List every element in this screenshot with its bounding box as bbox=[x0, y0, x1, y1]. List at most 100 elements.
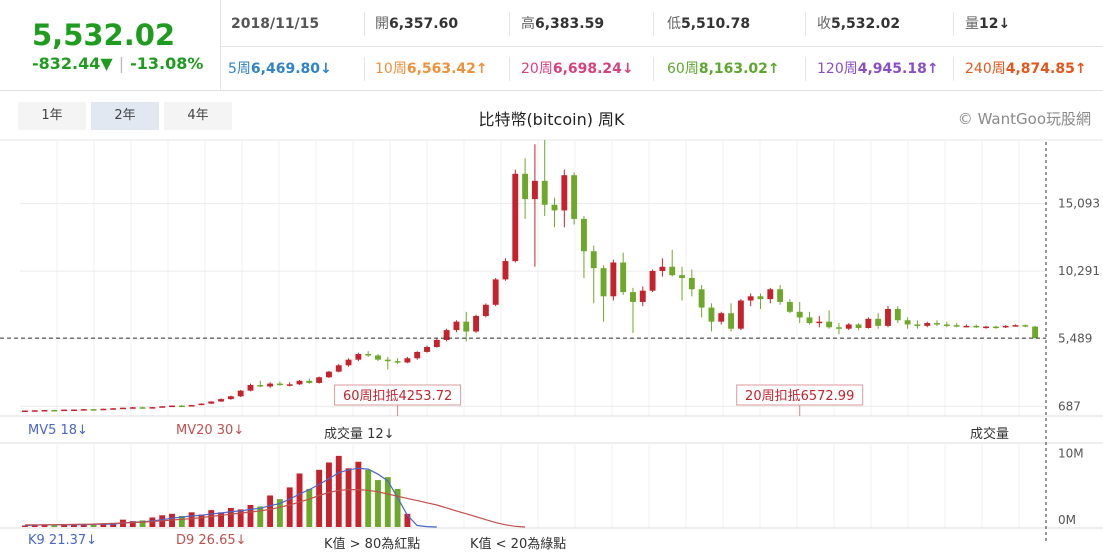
volume-bar bbox=[286, 487, 293, 527]
candle-body bbox=[463, 321, 470, 332]
candle-body bbox=[620, 262, 627, 293]
volume-bar bbox=[188, 512, 195, 527]
legend-volume: 成交量 12↓ bbox=[324, 427, 395, 442]
candle-body bbox=[894, 308, 901, 321]
candle-body bbox=[100, 408, 107, 411]
candle-body bbox=[188, 405, 195, 407]
candle-body bbox=[41, 410, 48, 412]
volume-bar bbox=[306, 488, 313, 527]
candle-body bbox=[610, 262, 617, 297]
candle-body bbox=[953, 325, 960, 327]
candle-body bbox=[865, 318, 872, 328]
candle-body bbox=[326, 371, 332, 378]
candle-body bbox=[335, 365, 342, 372]
candle-body bbox=[934, 323, 940, 325]
candle-body bbox=[855, 324, 862, 328]
legend-volume-right: 成交量 bbox=[970, 427, 1010, 442]
candle-body bbox=[1032, 326, 1039, 339]
candle-body bbox=[590, 251, 597, 269]
candle-body bbox=[237, 390, 244, 397]
candle-body bbox=[767, 289, 774, 300]
candle-body bbox=[826, 321, 833, 328]
candle-body bbox=[120, 407, 126, 410]
candle-body bbox=[414, 351, 421, 359]
candle-body bbox=[786, 301, 793, 312]
candle-body bbox=[198, 403, 205, 406]
candle-body bbox=[61, 409, 68, 412]
candle-body bbox=[227, 396, 234, 400]
candle-body bbox=[424, 347, 430, 352]
candle-body bbox=[914, 324, 921, 326]
y-tick-label: 687 bbox=[1058, 399, 1081, 413]
candle-body bbox=[796, 311, 803, 318]
candle-body bbox=[992, 326, 999, 329]
candle-body bbox=[218, 399, 224, 402]
candle-body bbox=[1022, 325, 1029, 327]
volume-bar bbox=[365, 469, 372, 527]
candle-body bbox=[355, 354, 362, 360]
legend-d9: D9 26.65↓ bbox=[176, 533, 247, 548]
candle-body bbox=[1012, 325, 1019, 327]
candle-body bbox=[21, 410, 28, 413]
volume-bar bbox=[257, 506, 264, 527]
annotation-label: 20周扣抵6572.99 bbox=[745, 389, 854, 404]
candle-body bbox=[178, 405, 185, 408]
volume-bar bbox=[355, 461, 362, 527]
candle-body bbox=[688, 278, 695, 290]
candle-body bbox=[110, 408, 117, 410]
candle-body bbox=[492, 279, 499, 305]
candle-body bbox=[257, 385, 264, 387]
volume-bar bbox=[296, 473, 303, 527]
candle-body bbox=[404, 358, 411, 363]
volume-bar bbox=[198, 514, 205, 527]
y-tick-label: 5,489 bbox=[1058, 332, 1092, 346]
candle-body bbox=[90, 409, 97, 411]
candle-body bbox=[433, 339, 440, 347]
candle-body bbox=[904, 320, 911, 325]
volume-bar bbox=[227, 507, 234, 527]
candle-body bbox=[757, 296, 764, 300]
volume-tick-label: 10M bbox=[1058, 447, 1084, 461]
y-tick-label: 10,291 bbox=[1058, 264, 1100, 278]
volume-bar bbox=[316, 469, 323, 527]
candle-body bbox=[659, 266, 666, 271]
candle-body bbox=[973, 325, 980, 328]
legend-mv20: MV20 30↓ bbox=[176, 423, 245, 438]
candle-body bbox=[649, 270, 656, 291]
candle-body bbox=[816, 321, 823, 324]
candle-body bbox=[639, 290, 646, 302]
candle-body bbox=[316, 377, 323, 383]
candle-body bbox=[630, 292, 636, 302]
candle-body bbox=[885, 308, 891, 326]
legend-k9: K9 21.37↓ bbox=[28, 533, 98, 548]
mv20-line bbox=[24, 489, 526, 528]
candle-body bbox=[384, 359, 391, 362]
candle-body bbox=[267, 383, 274, 387]
volume-bar bbox=[267, 495, 274, 527]
candle-body bbox=[276, 383, 283, 386]
candle-body bbox=[473, 316, 479, 332]
candle-body bbox=[708, 307, 715, 322]
volume-bar bbox=[345, 468, 352, 527]
candle-body bbox=[541, 180, 548, 205]
candle-body bbox=[247, 385, 254, 391]
candle-body bbox=[600, 268, 607, 297]
candle-body bbox=[875, 318, 882, 326]
candle-body bbox=[845, 324, 852, 329]
candle-body bbox=[31, 410, 38, 412]
candle-body bbox=[836, 327, 842, 329]
candle-body bbox=[679, 275, 685, 278]
volume-tick-label: 0M bbox=[1058, 513, 1076, 527]
volume-bar bbox=[208, 510, 215, 527]
candle-body bbox=[718, 313, 725, 322]
candle-body bbox=[80, 409, 87, 411]
candle-body bbox=[512, 173, 519, 262]
volume-bar bbox=[335, 455, 342, 527]
candle-body bbox=[296, 380, 303, 385]
legend-mv5: MV5 18↓ bbox=[28, 423, 88, 438]
candle-body bbox=[129, 407, 136, 409]
candle-body bbox=[669, 266, 676, 276]
candle-body bbox=[806, 317, 813, 324]
candle-body bbox=[139, 407, 146, 409]
volume-bar bbox=[326, 462, 332, 527]
